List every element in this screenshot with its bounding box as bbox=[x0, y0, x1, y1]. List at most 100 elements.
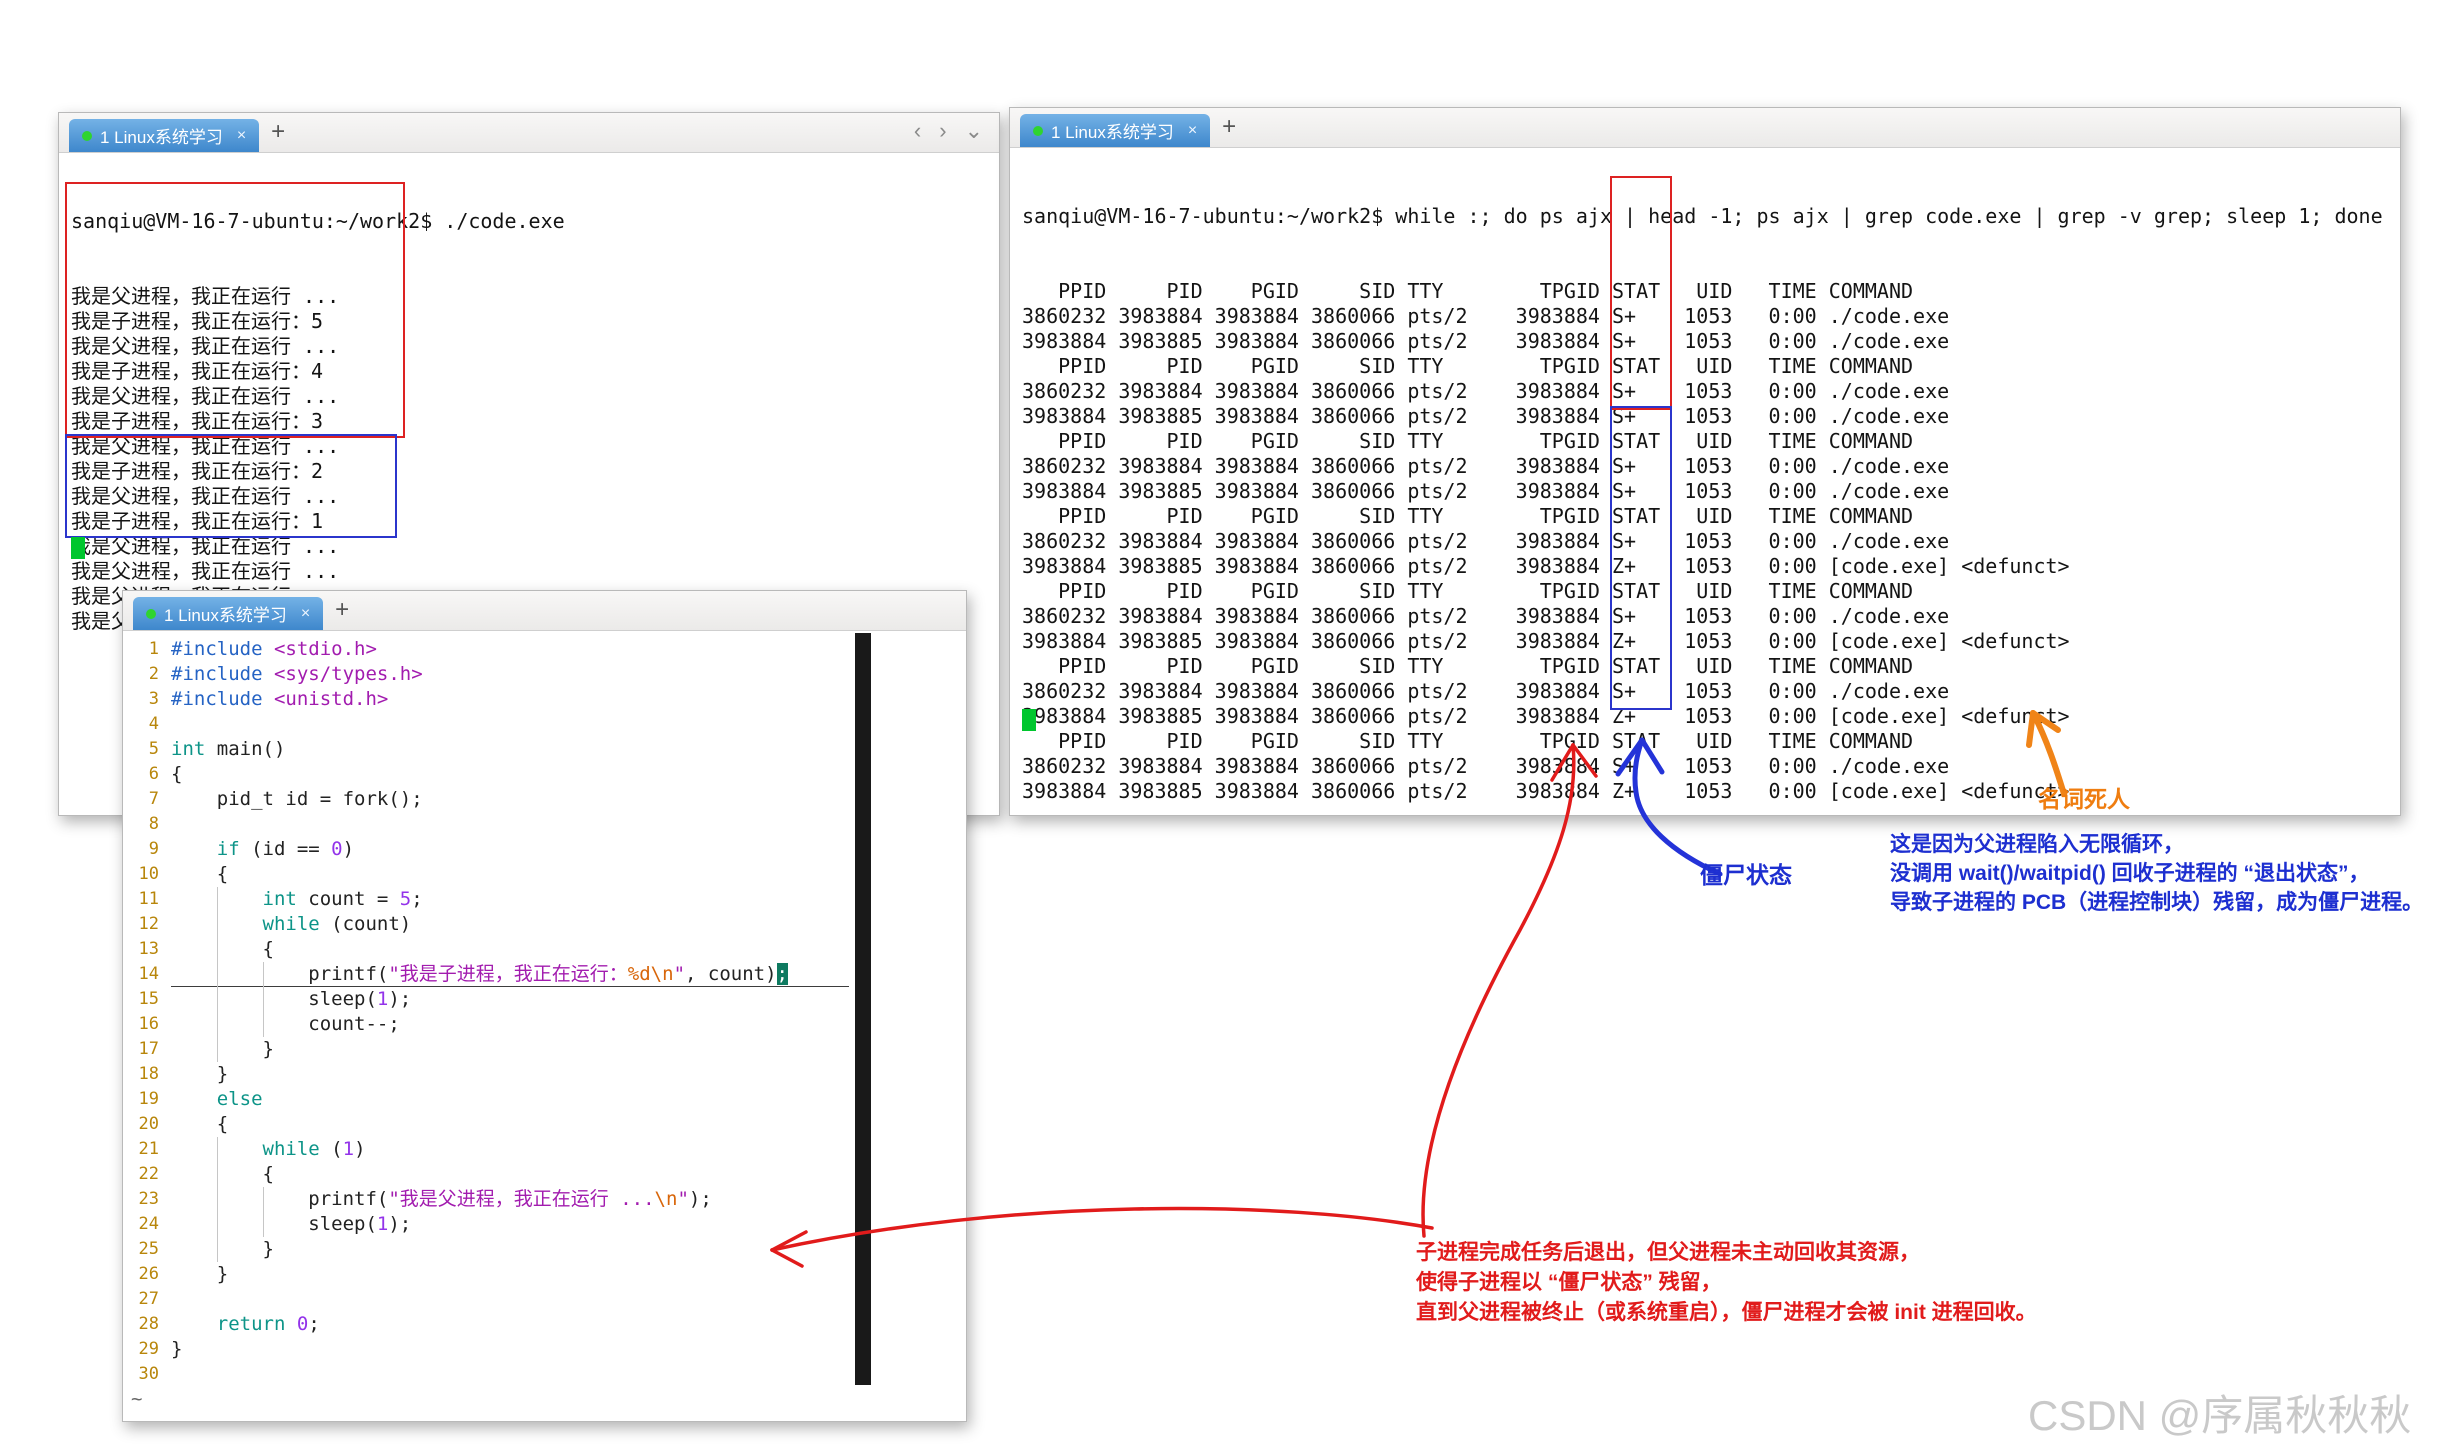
code-line: 29} bbox=[123, 1337, 966, 1362]
code-line: 30 bbox=[123, 1362, 966, 1387]
tab-nav-controls: ‹ › ⌄ bbox=[914, 120, 983, 142]
tab-label: 1 Linux系统学习 bbox=[164, 601, 287, 626]
tab-menu-icon[interactable]: ⌄ bbox=[965, 120, 983, 142]
line-number: 27 bbox=[123, 1287, 171, 1312]
code-line: 16 count--; bbox=[123, 1012, 966, 1037]
tab-linux-study[interactable]: 1 Linux系统学习 × bbox=[1020, 114, 1210, 147]
terminal2-output: PPID PID PGID SID TTY TPGID STAT UID TIM… bbox=[1022, 279, 2388, 804]
code-line: 23 printf("我是父进程，我正在运行 ...\n"); bbox=[123, 1187, 966, 1212]
note-line: 直到父进程被终止（或系统重启），僵尸进程才会被 init 进程回收。 bbox=[1416, 1298, 2037, 1328]
code-line: 10 { bbox=[123, 862, 966, 887]
line-number: 28 bbox=[123, 1312, 171, 1337]
code-line: 17 } bbox=[123, 1037, 966, 1062]
code-line: 1#include <stdio.h> bbox=[123, 637, 966, 662]
terminal-cursor bbox=[71, 537, 85, 559]
line-number: 30 bbox=[123, 1362, 171, 1387]
code-line: 14 printf("我是子进程，我正在运行：%d\n", count); bbox=[123, 962, 966, 987]
line-number: 18 bbox=[123, 1062, 171, 1087]
new-tab-button[interactable]: + bbox=[1222, 115, 1236, 139]
line-number: 7 bbox=[123, 787, 171, 812]
code-line: 25 } bbox=[123, 1237, 966, 1262]
indent-guide bbox=[217, 887, 218, 1062]
tab-close-icon[interactable]: × bbox=[237, 127, 246, 145]
line-number: 29 bbox=[123, 1337, 171, 1362]
red-explanation-note: 子进程完成任务后退出，但父进程未主动回收其资源，使得子进程以 “僵尸状态” 残留… bbox=[1416, 1238, 2037, 1328]
ps-output-line: PPID PID PGID SID TTY TPGID STAT UID TIM… bbox=[1022, 354, 2388, 379]
tab-linux-study[interactable]: 1 Linux系统学习 × bbox=[69, 119, 259, 152]
new-tab-button[interactable]: + bbox=[271, 120, 285, 144]
code-line: 28 return 0; bbox=[123, 1312, 966, 1337]
tab-close-icon[interactable]: × bbox=[301, 605, 310, 623]
line-number: 4 bbox=[123, 712, 171, 737]
line-number: 6 bbox=[123, 762, 171, 787]
terminal-output-line: 我是父进程，我正在运行 ... bbox=[71, 284, 987, 309]
terminal-cursor bbox=[1022, 709, 1036, 731]
code-line: 9 if (id == 0) bbox=[123, 837, 966, 862]
line-number: 22 bbox=[123, 1162, 171, 1187]
line-number: 14 bbox=[123, 962, 171, 987]
line-number: 24 bbox=[123, 1212, 171, 1237]
scrollbar[interactable] bbox=[855, 633, 871, 1385]
code-line: 5int main() bbox=[123, 737, 966, 762]
vim-empty-line-marker: ~ bbox=[123, 1387, 966, 1412]
code-line: 15 sleep(1); bbox=[123, 987, 966, 1012]
tab-scroll-left-icon[interactable]: ‹ bbox=[914, 120, 921, 142]
indent-guide bbox=[217, 1137, 218, 1262]
code-line: 6{ bbox=[123, 762, 966, 787]
new-tab-button[interactable]: + bbox=[335, 598, 349, 622]
line-number: 9 bbox=[123, 837, 171, 862]
note-line: 没调用 wait()/waitpid() 回收子进程的 “退出状态”， bbox=[1890, 859, 2423, 888]
ps-output-line: 3983884 3983885 3983884 3860066 pts/2 39… bbox=[1022, 479, 2388, 504]
line-number: 20 bbox=[123, 1112, 171, 1137]
code-line: 12 while (count) bbox=[123, 912, 966, 937]
shell-command-line: sanqiu@VM-16-7-ubuntu:~/work2$ while :; … bbox=[1022, 204, 2388, 229]
code-line: 3#include <unistd.h> bbox=[123, 687, 966, 712]
zombie-state-label: 僵尸状态 bbox=[1700, 856, 1792, 890]
tab-label: 1 Linux系统学习 bbox=[100, 123, 223, 148]
tab-close-icon[interactable]: × bbox=[1188, 122, 1197, 140]
code-line: 26 } bbox=[123, 1262, 966, 1287]
code-line: 18 } bbox=[123, 1062, 966, 1087]
note-line: 这是因为父进程陷入无限循环， bbox=[1890, 830, 2423, 859]
ps-output-line: 3860232 3983884 3983884 3860066 pts/2 39… bbox=[1022, 754, 2388, 779]
code-line: 13 { bbox=[123, 937, 966, 962]
note-line: 使得子进程以 “僵尸状态” 残留， bbox=[1416, 1268, 2037, 1298]
ps-output-line: 3983884 3983885 3983884 3860066 pts/2 39… bbox=[1022, 404, 2388, 429]
line-number: 26 bbox=[123, 1262, 171, 1287]
csdn-watermark: CSDN @序属秋秋秋 bbox=[2028, 1382, 2411, 1443]
terminal2-screen[interactable]: sanqiu@VM-16-7-ubuntu:~/work2$ while :; … bbox=[1010, 148, 2400, 935]
ps-output-line: PPID PID PGID SID TTY TPGID STAT UID TIM… bbox=[1022, 579, 2388, 604]
terminal-window-right: 1 Linux系统学习 × + sanqiu@VM-16-7-ubuntu:~/… bbox=[1009, 107, 2401, 816]
terminal1-output: 我是父进程，我正在运行 ...我是子进程，我正在运行：5我是父进程，我正在运行 … bbox=[71, 284, 987, 634]
code-line: 8 bbox=[123, 812, 966, 837]
ps-output-line: 3983884 3983885 3983884 3860066 pts/2 39… bbox=[1022, 554, 2388, 579]
terminal-output-line: 我是父进程，我正在运行 ... bbox=[71, 384, 987, 409]
terminal-output-line: 我是父进程，我正在运行 ... bbox=[71, 534, 987, 559]
ps-output-line: 3860232 3983884 3983884 3860066 pts/2 39… bbox=[1022, 454, 2388, 479]
line-number: 25 bbox=[123, 1237, 171, 1262]
ps-output-line: 3983884 3983885 3983884 3860066 pts/2 39… bbox=[1022, 704, 2388, 729]
line-number: 10 bbox=[123, 862, 171, 887]
ps-output-line: 3860232 3983884 3983884 3860066 pts/2 39… bbox=[1022, 379, 2388, 404]
blue-explanation-note: 这是因为父进程陷入无限循环，没调用 wait()/waitpid() 回收子进程… bbox=[1890, 830, 2423, 917]
code-line: 21 while (1) bbox=[123, 1137, 966, 1162]
shell-prompt-line: sanqiu@VM-16-7-ubuntu:~/work2$ ./code.ex… bbox=[71, 209, 987, 234]
terminal-output-line: 我是父进程，我正在运行 ... bbox=[71, 434, 987, 459]
ps-output-line: 3860232 3983884 3983884 3860066 pts/2 39… bbox=[1022, 529, 2388, 554]
terminal-output-line: 我是父进程，我正在运行 ... bbox=[71, 334, 987, 359]
indent-guide bbox=[263, 1187, 264, 1237]
code-line: 20 { bbox=[123, 1112, 966, 1137]
ps-output-line: 3983884 3983885 3983884 3860066 pts/2 39… bbox=[1022, 329, 2388, 354]
line-number: 3 bbox=[123, 687, 171, 712]
ps-output-line: 3983884 3983885 3983884 3860066 pts/2 39… bbox=[1022, 629, 2388, 654]
line-number: 1 bbox=[123, 637, 171, 662]
terminal-output-line: 我是子进程，我正在运行：2 bbox=[71, 459, 987, 484]
tab-linux-study[interactable]: 1 Linux系统学习 × bbox=[133, 597, 323, 630]
line-number: 13 bbox=[123, 937, 171, 962]
tab-bar: 1 Linux系统学习 × + ‹ › ⌄ bbox=[59, 113, 999, 153]
line-number: 2 bbox=[123, 662, 171, 687]
vim-code-area[interactable]: 1#include <stdio.h>2#include <sys/types.… bbox=[123, 631, 966, 1421]
tab-scroll-right-icon[interactable]: › bbox=[939, 120, 946, 142]
indent-guide bbox=[263, 962, 264, 1037]
terminal-output-line: 我是父进程，我正在运行 ... bbox=[71, 559, 987, 584]
